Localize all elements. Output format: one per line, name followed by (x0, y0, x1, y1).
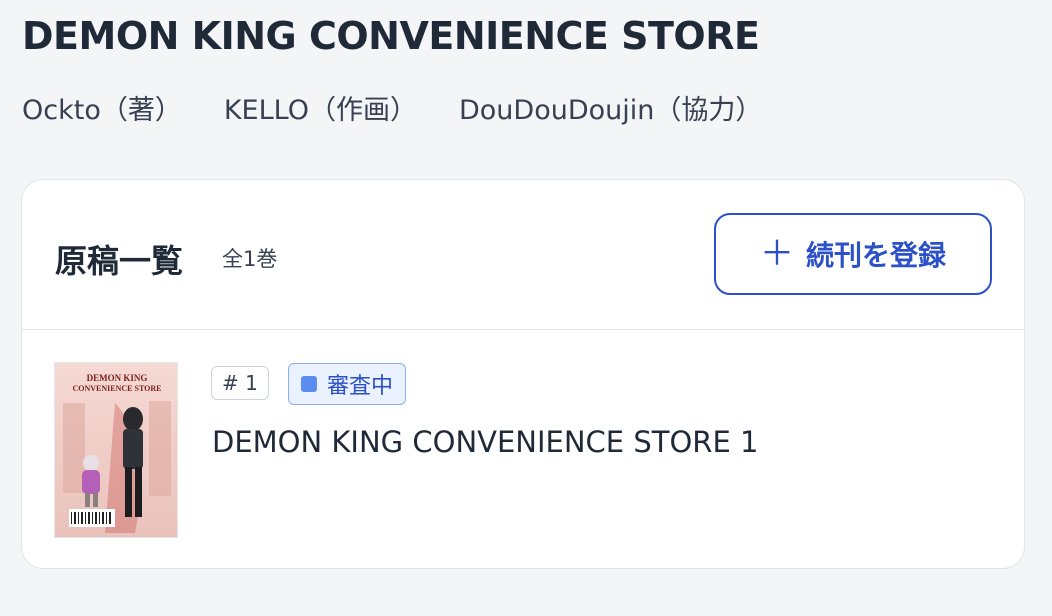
plus-icon: ＋ (759, 234, 794, 274)
manuscript-list-card: 原稿一覧 全1巻 ＋ 続刊を登録 DEMON KING CONVENIENCE … (21, 179, 1025, 569)
cover-logo-line1: DEMON KING (87, 373, 148, 383)
volume-row[interactable]: DEMON KING CONVENIENCE STORE # 1 審査中 DEM… (22, 330, 1024, 568)
status-label: 審査中 (327, 374, 394, 399)
credit-artist: KELLO（作画） (223, 95, 417, 126)
credit-author: Ockto（著） (22, 95, 182, 126)
add-sequel-label: 続刊を登録 (805, 239, 946, 272)
manuscript-list-header: 原稿一覧 全1巻 ＋ 続刊を登録 (22, 180, 1024, 330)
volume-title[interactable]: DEMON KING CONVENIENCE STORE 1 (212, 425, 758, 459)
status-indicator-icon (301, 376, 317, 392)
add-sequel-button[interactable]: ＋ 続刊を登録 (714, 213, 992, 295)
status-badge: 審査中 (288, 363, 407, 405)
cover-thumbnail[interactable]: DEMON KING CONVENIENCE STORE (54, 362, 178, 538)
volume-count: 全1巻 (222, 247, 278, 271)
section-title: 原稿一覧 (55, 242, 184, 280)
volume-number-badge: # 1 (211, 366, 269, 400)
credit-cooperation: DouDouDoujin（協力） (458, 95, 763, 126)
series-title: DEMON KING CONVENIENCE STORE (22, 14, 760, 58)
cover-logo-line2: CONVENIENCE STORE (73, 384, 162, 393)
credits: Ockto（著） KELLO（作画） DouDouDoujin（協力） (22, 88, 762, 127)
